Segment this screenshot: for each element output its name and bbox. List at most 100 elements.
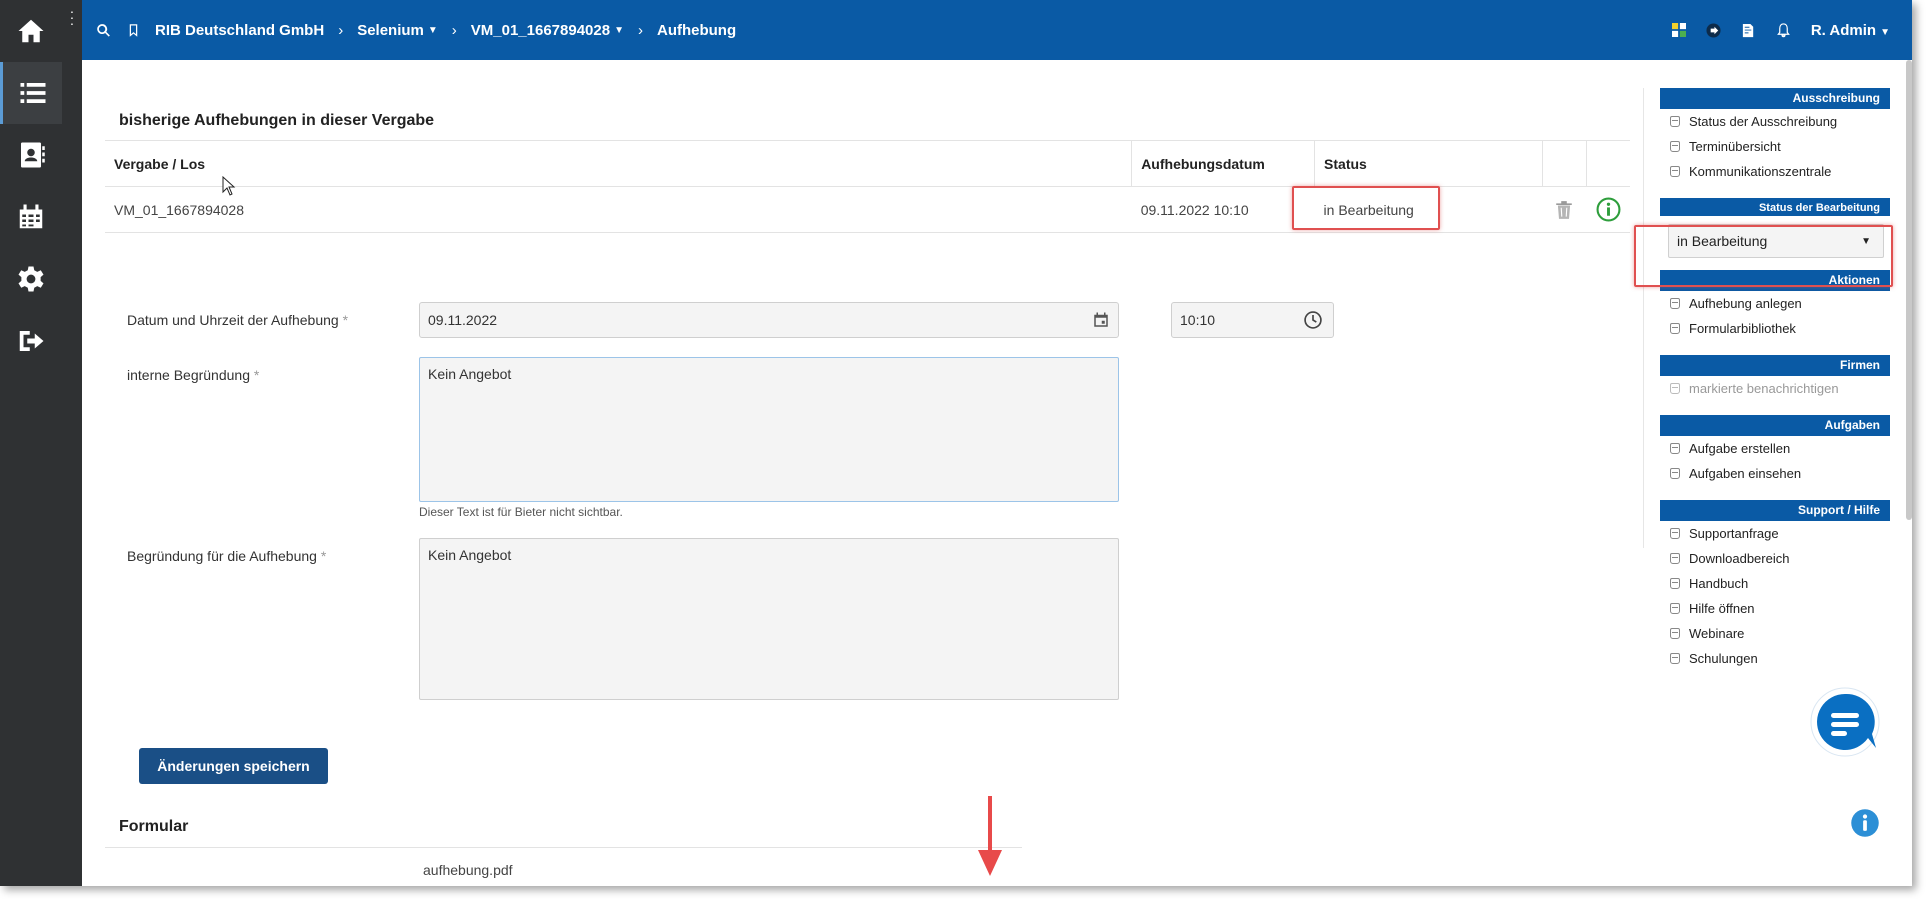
logout-button[interactable] xyxy=(0,310,62,372)
contacts-button[interactable] xyxy=(0,124,62,186)
time-value: 10:10 xyxy=(1180,312,1216,328)
annotation-arrow-down xyxy=(978,796,1002,876)
user-menu[interactable]: R. Admin ▼ xyxy=(1811,22,1890,39)
vertical-scrollbar[interactable] xyxy=(1906,60,1912,520)
column-header-delete xyxy=(1541,140,1587,187)
sidebar-section-ausschreibung: Ausschreibung Status der Ausschreibung T… xyxy=(1660,88,1890,184)
chevron-down-icon[interactable]: ▼ xyxy=(614,25,624,36)
sidebar-item-status-ausschreibung[interactable]: Status der Ausschreibung xyxy=(1660,109,1890,134)
sidebar-item-label: Kommunikationszentrale xyxy=(1689,164,1832,179)
sidebar-item-label: Aufgabe erstellen xyxy=(1689,441,1791,456)
chevron-down-icon: ▼ xyxy=(1880,26,1890,38)
internal-reason-label: interne Begründung * xyxy=(127,367,259,383)
rail-collapse-strip[interactable] xyxy=(62,0,82,886)
document-icon xyxy=(1670,468,1680,479)
sidebar-item-aufgabe-erstellen[interactable]: Aufgabe erstellen xyxy=(1660,436,1890,461)
sidebar-item-formularbibliothek[interactable]: Formularbibliothek xyxy=(1660,316,1890,341)
delete-cell xyxy=(1542,186,1587,233)
chevron-down-icon[interactable]: ▼ xyxy=(428,25,438,36)
document-icon xyxy=(1670,653,1680,664)
document-icon xyxy=(1670,553,1680,564)
sidebar-item-downloadbereich[interactable]: Downloadbereich xyxy=(1660,546,1890,571)
sidebar-item-webinare[interactable]: Webinare xyxy=(1660,621,1890,646)
internal-reason-value: Kein Angebot xyxy=(428,366,512,382)
date-value: 09.11.2022 xyxy=(428,312,498,328)
sidebar-item-kommunikationszentrale[interactable]: Kommunikationszentrale xyxy=(1660,159,1890,184)
divider xyxy=(105,847,1022,848)
info-icon[interactable] xyxy=(1850,808,1880,838)
calendar-icon xyxy=(19,204,43,229)
document-icon xyxy=(1670,298,1680,309)
calendar-button[interactable] xyxy=(0,186,62,248)
home-button[interactable] xyxy=(0,0,62,62)
time-input[interactable]: 10:10 xyxy=(1171,302,1334,338)
sidebar-item-hilfe-oeffnen[interactable]: Hilfe öffnen xyxy=(1660,596,1890,621)
trash-icon[interactable] xyxy=(1555,200,1573,220)
save-changes-button[interactable]: Änderungen speichern xyxy=(139,748,328,784)
bell-icon[interactable] xyxy=(1776,22,1791,38)
required-mark: * xyxy=(320,548,327,564)
document-icon xyxy=(1670,323,1680,334)
sidebar-section-aufgaben: Aufgaben Aufgabe erstellen Aufgaben eins… xyxy=(1660,415,1890,486)
sidebar-item-label: Aufgaben einsehen xyxy=(1689,466,1802,481)
document-icon xyxy=(1670,166,1680,177)
date-input[interactable]: 09.11.2022 xyxy=(419,302,1119,338)
breadcrumb-separator: › xyxy=(338,21,344,39)
sidebar-section-firmen: Firmen markierte benachrichtigen xyxy=(1660,355,1890,401)
internal-reason-textarea[interactable]: Kein Angebot xyxy=(419,357,1119,502)
formular-title: Formular xyxy=(119,818,189,835)
sidebar-item-label: Webinare xyxy=(1689,626,1745,641)
annotation-status-select-highlight xyxy=(1634,225,1893,287)
chat-bubble-icon[interactable] xyxy=(1808,686,1884,762)
sidebar-heading: Aufgaben xyxy=(1660,415,1890,436)
formular-file-link[interactable]: aufhebung.pdf xyxy=(423,862,513,878)
document-icon xyxy=(1670,383,1680,394)
right-sidebar: Ausschreibung Status der Ausschreibung T… xyxy=(1660,88,1890,685)
sidebar-item-terminuebersicht[interactable]: Terminübersicht xyxy=(1660,134,1890,159)
date-label-text: Datum und Uhrzeit der Aufhebung xyxy=(127,312,339,328)
breadcrumb: RIB Deutschland GmbH › Selenium ▼ › VM_01… xyxy=(155,22,736,39)
cockpit-icon[interactable] xyxy=(1706,22,1721,38)
sidebar-item-markierte-benachrichtigen: markierte benachrichtigen xyxy=(1660,376,1890,401)
header-actions: R. Admin ▼ xyxy=(1671,0,1890,60)
document-icon xyxy=(1670,528,1680,539)
breadcrumb-vergabe[interactable]: VM_01_1667894028 xyxy=(471,22,610,39)
user-name: R. Admin xyxy=(1810,21,1877,39)
sidebar-item-label: Hilfe öffnen xyxy=(1689,601,1755,616)
required-mark: * xyxy=(342,312,349,328)
sidebar-item-schulungen[interactable]: Schulungen xyxy=(1660,646,1890,671)
sidebar-item-handbuch[interactable]: Handbuch xyxy=(1660,571,1890,596)
sidebar-item-aufhebung-anlegen[interactable]: Aufhebung anlegen xyxy=(1660,291,1890,316)
icon-rail xyxy=(0,0,62,886)
breadcrumb-selenium[interactable]: Selenium xyxy=(357,22,424,39)
document-icon xyxy=(1670,116,1680,127)
sidebar-item-label: Terminübersicht xyxy=(1689,139,1781,154)
sidebar-heading: Status der Bearbeitung xyxy=(1660,198,1890,216)
sidebar-item-aufgaben-einsehen[interactable]: Aufgaben einsehen xyxy=(1660,461,1890,486)
public-reason-textarea[interactable]: Kein Angebot xyxy=(419,538,1119,700)
document-icon xyxy=(1670,628,1680,639)
internal-reason-hint: Dieser Text ist für Bieter nicht sichtba… xyxy=(419,505,623,519)
sidebar-section-support: Support / Hilfe Supportanfrage Downloadb… xyxy=(1660,500,1890,671)
gear-icon xyxy=(18,266,44,292)
public-reason-label: Begründung für die Aufhebung * xyxy=(127,548,326,564)
breadcrumb-current: Aufhebung xyxy=(656,21,737,39)
sidebar-heading: Support / Hilfe xyxy=(1660,500,1890,521)
sidebar-item-supportanfrage[interactable]: Supportanfrage xyxy=(1660,521,1890,546)
clock-icon[interactable] xyxy=(1303,310,1323,330)
column-header-datum: Aufhebungsdatum xyxy=(1131,140,1315,187)
breadcrumb-company[interactable]: RIB Deutschland GmbH xyxy=(155,22,324,39)
info-circle-icon[interactable] xyxy=(1596,197,1621,222)
settings-button[interactable] xyxy=(0,248,62,310)
list-button[interactable] xyxy=(0,62,62,124)
app-window: · · · RIB Deutschland GmbH › Selenium ▼ › V… xyxy=(0,0,1912,886)
sidebar-item-label: Supportanfrage xyxy=(1689,526,1779,541)
home-icon xyxy=(18,19,44,43)
history-title: bisherige Aufhebungen in dieser Vergabe xyxy=(119,112,435,129)
calendar-icon[interactable] xyxy=(1092,311,1110,329)
document-edit-icon[interactable] xyxy=(1741,23,1756,38)
apps-grid-icon[interactable] xyxy=(1671,23,1686,37)
more-vertical-icon[interactable]: · · · xyxy=(67,4,77,30)
search-icon[interactable] xyxy=(95,22,112,39)
bookmark-icon[interactable] xyxy=(126,23,141,38)
